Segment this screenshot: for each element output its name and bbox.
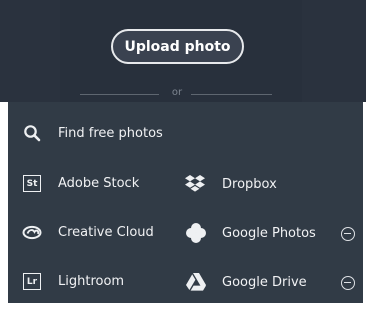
dropbox-item[interactable]: Dropbox	[184, 171, 304, 197]
adobe-stock-icon: St	[23, 175, 41, 192]
google-drive-item[interactable]: Google Drive	[184, 269, 320, 295]
google-photos-item[interactable]: Google Photos	[184, 220, 320, 246]
lightroom-icon: Lr	[23, 273, 41, 290]
remove-google-photos-icon[interactable]	[341, 227, 355, 241]
adobe-stock-item[interactable]: St Adobe Stock	[20, 170, 170, 196]
lightroom-label: Lightroom	[58, 273, 125, 289]
upload-photo-label: Upload photo	[124, 38, 231, 55]
dropbox-icon	[184, 174, 206, 194]
dropbox-label: Dropbox	[222, 176, 277, 192]
google-photos-label: Google Photos	[222, 225, 316, 241]
creative-cloud-icon	[21, 223, 43, 241]
adobe-stock-label: Adobe Stock	[58, 175, 140, 191]
find-free-photos-item[interactable]: Find free photos	[20, 120, 180, 146]
divider-line-left	[80, 94, 159, 95]
search-icon	[23, 124, 41, 142]
remove-google-drive-icon[interactable]	[341, 276, 355, 290]
creative-cloud-item[interactable]: Creative Cloud	[20, 219, 170, 245]
lightroom-item[interactable]: Lr Lightroom	[20, 268, 170, 294]
divider-or-text: or	[171, 87, 183, 98]
google-drive-label: Google Drive	[222, 274, 307, 290]
google-photos-icon	[184, 221, 208, 245]
google-drive-icon	[185, 272, 207, 292]
find-free-photos-label: Find free photos	[58, 125, 163, 141]
upload-photo-button[interactable]: Upload photo	[111, 29, 244, 64]
divider-line-right	[191, 94, 272, 95]
creative-cloud-label: Creative Cloud	[58, 224, 154, 240]
